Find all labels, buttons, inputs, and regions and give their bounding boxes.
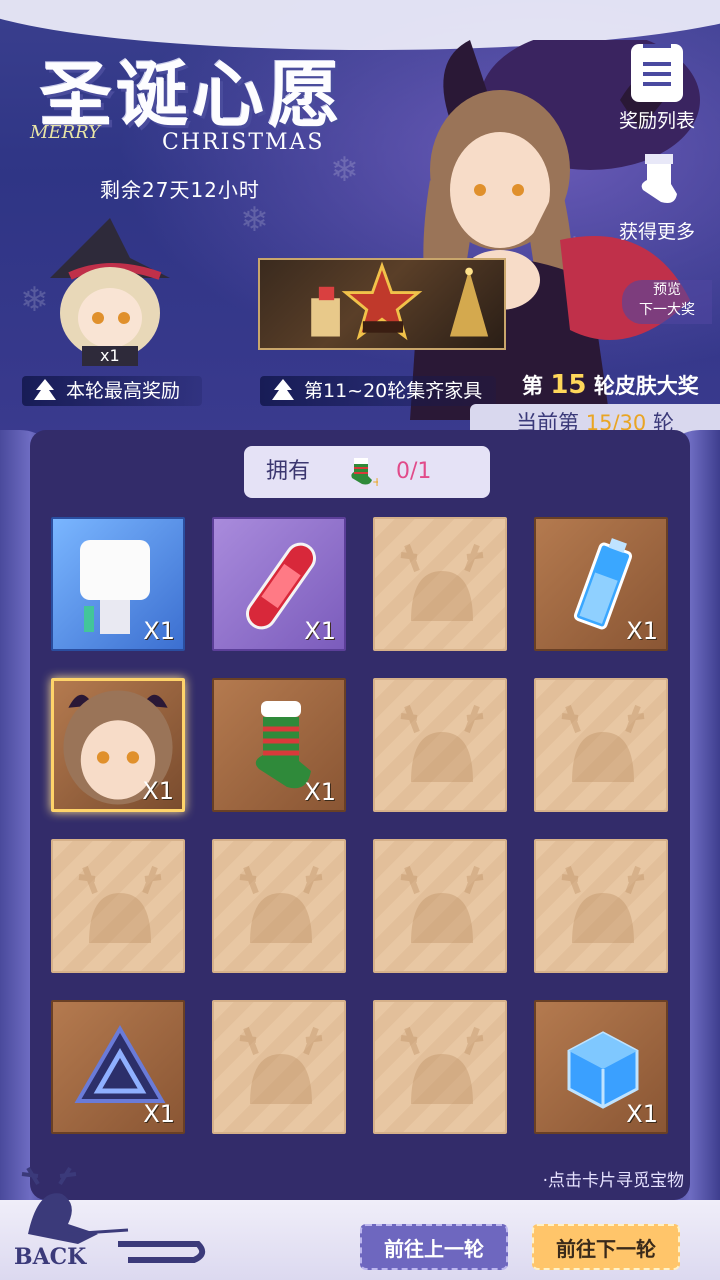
card-unrevealed[interactable] xyxy=(51,839,185,973)
event-title-en-christmas: CHRISTMAS xyxy=(162,130,325,155)
event-title-en-merry: MERRY xyxy=(30,122,101,143)
owned-label: 拥有 xyxy=(266,459,311,484)
prev-round-button[interactable]: 前往上一轮 xyxy=(360,1224,508,1270)
card-unrevealed[interactable] xyxy=(534,839,668,973)
deer-placeholder-icon xyxy=(400,1026,484,1104)
card-unrevealed[interactable] xyxy=(212,1000,346,1134)
top-reward-label: 本轮最高奖励 xyxy=(22,376,202,406)
deer-placeholder-icon xyxy=(400,543,484,621)
top-reward-count: x1 xyxy=(100,346,120,365)
event-banner: ❄ ❄ ❄ ❄ 圣诞心愿 MERRY CHRISTMAS 剩余27天12小时 奖… xyxy=(0,0,720,440)
svg-text:+: + xyxy=(372,475,378,488)
card-christmas-sock[interactable]: X1 xyxy=(212,678,346,812)
deer-placeholder-icon xyxy=(561,865,645,943)
owned-counter: 拥有 + 0/1 xyxy=(244,446,490,498)
preview-label: 预览 xyxy=(653,282,681,298)
card-quantity: X1 xyxy=(304,617,336,645)
card-unrevealed[interactable] xyxy=(373,678,507,812)
card-battery[interactable]: X1 xyxy=(534,517,668,651)
sock-icon xyxy=(641,154,677,203)
tap-card-hint: ·点击卡片寻觅宝物 xyxy=(542,1171,684,1191)
card-unrevealed[interactable] xyxy=(534,678,668,812)
reward-list-button[interactable]: 奖励列表 xyxy=(612,44,702,133)
deer-placeholder-icon xyxy=(561,704,645,782)
card-unrevealed[interactable] xyxy=(212,839,346,973)
preview-next-prize-button[interactable]: 预览 下一大奖 xyxy=(622,280,712,324)
card-quantity: X1 xyxy=(626,617,658,645)
skin-round-number: 15 xyxy=(550,370,587,400)
christmas-sock-icon: + xyxy=(351,458,378,488)
card-core-triangle[interactable]: X1 xyxy=(51,1000,185,1134)
reward-list-label: 奖励列表 xyxy=(618,110,695,132)
card-blue-cube[interactable]: X1 xyxy=(534,1000,668,1134)
deer-placeholder-icon xyxy=(400,865,484,943)
document-icon xyxy=(631,44,683,102)
event-title: 圣诞心愿 MERRY CHRISTMAS xyxy=(30,36,350,166)
get-more-label: 获得更多 xyxy=(618,221,695,243)
furniture-set-label: 第11~20轮集齐家具 xyxy=(260,376,496,406)
preview-label-2: 下一大奖 xyxy=(639,302,695,318)
snowflake-icon: ❄ xyxy=(240,200,269,240)
card-red-capsule[interactable]: X1 xyxy=(212,517,346,651)
round-skin-prize: 第 15 轮皮肤大奖 xyxy=(522,370,699,400)
card-robot-character[interactable]: X1 xyxy=(51,517,185,651)
deer-placeholder-icon xyxy=(239,865,323,943)
back-label: BACK xyxy=(14,1244,87,1270)
deer-placeholder-icon xyxy=(400,704,484,782)
card-unrevealed[interactable] xyxy=(373,517,507,651)
card-quantity: X1 xyxy=(304,778,336,806)
card-unrevealed[interactable] xyxy=(373,1000,507,1134)
tree-icon xyxy=(272,379,294,400)
card-quantity: X1 xyxy=(143,617,175,645)
card-unrevealed[interactable] xyxy=(373,839,507,973)
card-quantity: X1 xyxy=(626,1100,658,1128)
next-round-button[interactable]: 前往下一轮 xyxy=(532,1224,680,1270)
owned-count: 0/1 xyxy=(396,459,432,484)
furniture-set-preview[interactable] xyxy=(258,258,506,350)
get-more-button[interactable]: 获得更多 xyxy=(612,150,702,244)
deer-placeholder-icon xyxy=(78,865,162,943)
event-countdown: 剩余27天12小时 xyxy=(100,178,260,202)
tree-icon xyxy=(34,379,56,400)
card-girl-character[interactable]: X1 xyxy=(51,678,185,812)
deer-placeholder-icon xyxy=(239,1026,323,1104)
christmas-furniture-image xyxy=(311,261,489,341)
card-quantity: X1 xyxy=(142,777,174,805)
card-quantity: X1 xyxy=(143,1100,175,1128)
